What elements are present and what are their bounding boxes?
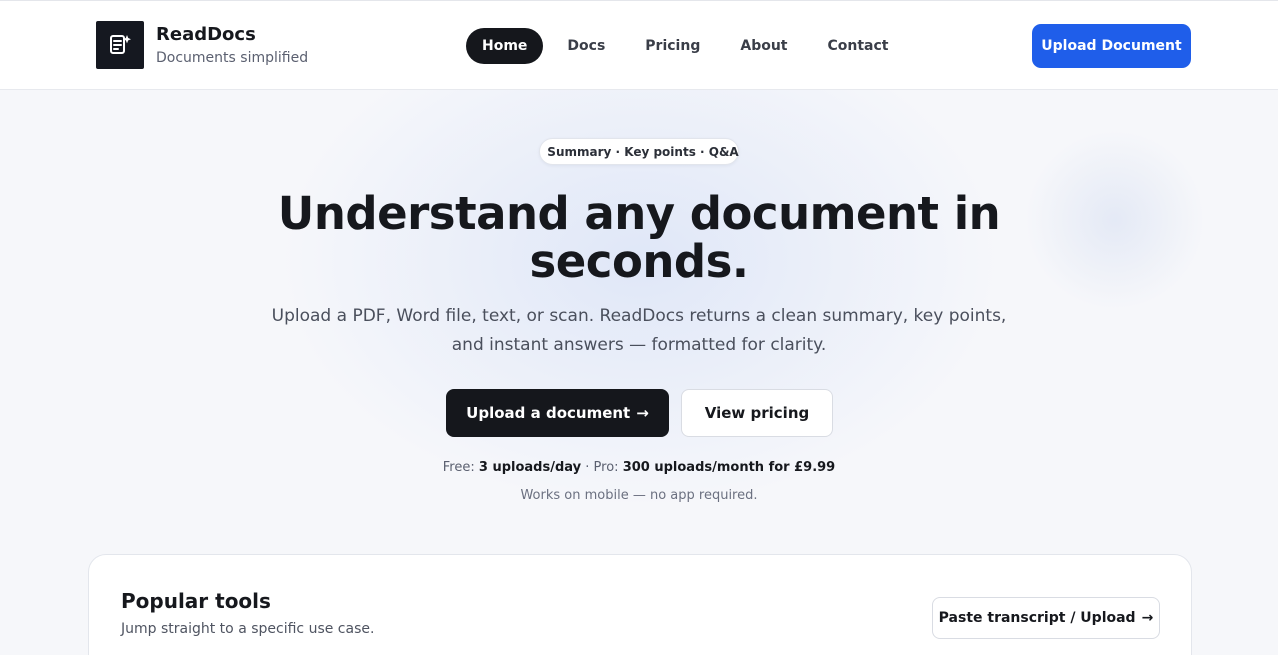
hero-title: Understand any document in seconds. — [277, 187, 1001, 288]
free-plan-prefix: Free: — [442, 460, 475, 475]
popular-tools-title: Popular tools — [121, 589, 271, 613]
brand-name: ReadDocs — [156, 23, 256, 45]
nav-item-contact[interactable]: Contact — [812, 28, 905, 64]
document-sparkle-icon — [96, 21, 144, 69]
free-plan-value: 3 uploads/day — [478, 460, 582, 475]
plan-summary: Free: 3 uploads/day · Pro: 300 uploads/m… — [339, 459, 939, 477]
brand-tagline: Documents simplified — [156, 49, 309, 66]
feature-pill: Summary · Key points · Q&A — [539, 138, 739, 165]
hero-subtitle: Upload a PDF, Word file, text, or scan. … — [271, 306, 1007, 355]
main-nav: Home Docs Pricing About Contact — [466, 28, 913, 64]
nav-item-docs[interactable]: Docs — [551, 28, 621, 64]
popular-tools-subtitle: Jump straight to a specific use case. — [121, 621, 375, 637]
upload-document-button[interactable]: Upload Document — [1032, 24, 1191, 68]
plan-separator: · — [581, 460, 594, 475]
feature-pill-text: Summary · Key points · Q&A — [547, 144, 739, 159]
top-navigation-bar: ReadDocs Documents simplified Home Docs … — [0, 0, 1278, 90]
view-pricing-button[interactable]: View pricing — [681, 389, 833, 437]
arrow-right-icon: → — [636, 404, 649, 422]
nav-item-pricing[interactable]: Pricing — [629, 28, 716, 64]
nav-item-about[interactable]: About — [724, 28, 803, 64]
nav-item-home[interactable]: Home — [466, 28, 544, 64]
upload-a-document-button[interactable]: Upload a document → — [446, 389, 669, 437]
pro-plan-prefix: Pro: — [593, 460, 619, 475]
brand[interactable]: ReadDocs Documents simplified — [96, 21, 308, 69]
paste-transcript-upload-button[interactable]: Paste transcript / Upload → — [932, 597, 1160, 639]
arrow-right-icon: → — [1141, 610, 1154, 626]
upload-a-document-label: Upload a document — [466, 404, 631, 422]
paste-transcript-upload-label: Paste transcript / Upload — [938, 610, 1136, 626]
pro-plan-value: 300 uploads/month for £9.99 — [622, 460, 836, 475]
mobile-note: Works on mobile — no app required. — [520, 488, 758, 503]
popular-tools-card: Popular tools Jump straight to a specifi… — [88, 554, 1192, 655]
